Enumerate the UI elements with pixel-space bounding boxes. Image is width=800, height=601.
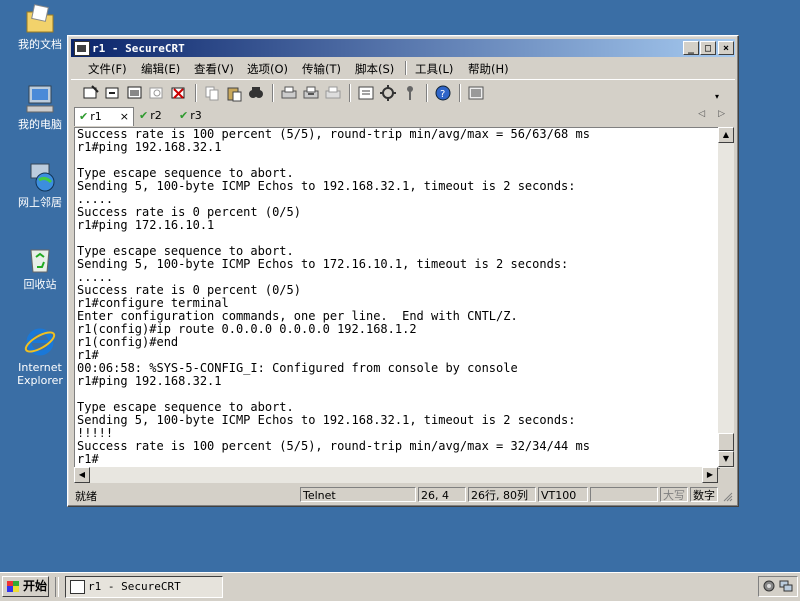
desktop-icon-network[interactable]: 网上邻居 xyxy=(6,160,74,209)
tab-label: r2 xyxy=(150,109,162,122)
start-button[interactable]: 开始 xyxy=(2,576,49,597)
status-caps-lock: 大写 xyxy=(660,487,688,502)
scroll-down-arrow-icon[interactable]: ▼ xyxy=(718,451,734,467)
toolbar: ? ▾ xyxy=(71,79,735,106)
desktop-icon-label: 网上邻居 xyxy=(18,196,62,209)
status-num-lock: 数字 xyxy=(690,487,718,502)
connect-icon[interactable] xyxy=(82,84,100,102)
find-icon[interactable] xyxy=(247,84,265,102)
status-cursor-position: 26, 4 xyxy=(418,487,466,502)
connect-tab-icon[interactable] xyxy=(126,84,144,102)
menu-file[interactable]: 文件(F) xyxy=(88,61,127,77)
toolbar-separator xyxy=(426,84,428,102)
toolbar-separator xyxy=(195,84,197,102)
copy-icon[interactable] xyxy=(203,84,221,102)
securecrt-app-icon xyxy=(74,41,90,56)
status-empty-panel xyxy=(590,487,658,502)
desktop-icon-internet-explorer[interactable]: Internet Explorer xyxy=(6,325,74,387)
toolbar-separator xyxy=(459,84,461,102)
connected-check-icon: ✔ xyxy=(139,109,149,122)
desktop-icon-label: Internet Explorer xyxy=(17,361,63,387)
menu-options[interactable]: 选项(O) xyxy=(247,61,288,77)
close-button[interactable]: × xyxy=(718,41,734,55)
taskbar: 开始 r1 - SecureCRT xyxy=(0,572,800,601)
quick-connect-icon[interactable] xyxy=(104,84,122,102)
securecrt-app-icon xyxy=(70,580,85,594)
toolbar-overflow-icon[interactable]: ▾ xyxy=(715,92,725,102)
internet-explorer-icon xyxy=(23,325,57,359)
window-titlebar[interactable]: r1 - SecureCRT _ □ × xyxy=(71,39,735,57)
tab-r2[interactable]: ✔ r2 xyxy=(139,107,173,125)
menu-help[interactable]: 帮助(H) xyxy=(468,61,509,77)
taskbar-separator xyxy=(55,577,59,597)
taskbar-item-securecrt[interactable]: r1 - SecureCRT xyxy=(65,576,223,598)
horizontal-scrollbar[interactable]: ◀ ▶ xyxy=(74,467,718,483)
desktop-icon-my-documents[interactable]: 我的文档 xyxy=(6,2,74,51)
help-icon[interactable]: ? xyxy=(434,84,452,102)
desktop-icon-label: 回收站 xyxy=(23,278,57,291)
menu-tools[interactable]: 工具(L) xyxy=(415,61,453,77)
tab-scroll-right-icon[interactable]: ▷ xyxy=(718,109,725,119)
recycle-bin-icon xyxy=(23,242,57,276)
desktop-icon-label: 我的电脑 xyxy=(18,118,62,131)
desktop-icon-label: 我的文档 xyxy=(18,38,62,51)
scroll-right-arrow-icon[interactable]: ▶ xyxy=(702,467,718,483)
window-title: r1 - SecureCRT xyxy=(92,42,185,55)
resize-grip-icon[interactable] xyxy=(723,492,733,502)
menu-edit[interactable]: 编辑(E) xyxy=(141,61,180,77)
print-setup-icon[interactable] xyxy=(324,84,342,102)
status-ready: 就绪 xyxy=(75,490,97,503)
taskbar-item-label: r1 - SecureCRT xyxy=(88,580,181,593)
status-emulation: VT100 xyxy=(538,487,588,502)
tab-label: r1 xyxy=(90,110,102,123)
windows-flag-icon xyxy=(7,581,19,592)
reconnect-icon[interactable] xyxy=(148,84,166,102)
menu-transfer[interactable]: 传输(T) xyxy=(302,61,341,77)
connected-check-icon: ✔ xyxy=(179,109,189,122)
print-icon[interactable] xyxy=(280,84,298,102)
session-tab-bar: ✔ r1 × ✔ r2 ✔ r3 ◁ ▷ xyxy=(71,106,735,126)
connected-check-icon: ✔ xyxy=(79,110,89,123)
log-session-icon[interactable] xyxy=(467,84,485,102)
scroll-up-arrow-icon[interactable]: ▲ xyxy=(718,127,734,143)
status-bar: 就绪 Telnet 26, 4 26行, 80列 VT100 大写 数字 xyxy=(71,486,735,504)
tray-network-icon[interactable] xyxy=(779,579,793,596)
folder-icon xyxy=(23,2,57,36)
vertical-scrollbar[interactable]: ▲ ▼ xyxy=(718,127,734,468)
system-tray xyxy=(758,576,798,597)
terminal-output[interactable]: Success rate is 100 percent (5/5), round… xyxy=(74,127,720,469)
status-protocol: Telnet xyxy=(300,487,416,502)
tab-label: r3 xyxy=(190,109,202,122)
paste-icon[interactable] xyxy=(225,84,243,102)
tab-r3[interactable]: ✔ r3 xyxy=(179,107,213,125)
tab-r1[interactable]: ✔ r1 × xyxy=(74,107,134,126)
disconnect-icon[interactable] xyxy=(170,84,188,102)
maximize-button[interactable]: □ xyxy=(700,41,716,55)
desktop-icon-my-computer[interactable]: 我的电脑 xyxy=(6,82,74,131)
menu-script[interactable]: 脚本(S) xyxy=(355,61,394,77)
minimize-button[interactable]: _ xyxy=(683,41,699,55)
keymap-icon[interactable] xyxy=(401,84,419,102)
computer-icon xyxy=(23,82,57,116)
network-globe-icon xyxy=(23,160,57,194)
status-terminal-size: 26行, 80列 xyxy=(468,487,536,502)
global-options-icon[interactable] xyxy=(379,84,397,102)
scroll-thumb[interactable] xyxy=(718,433,734,451)
start-label: 开始 xyxy=(23,579,48,593)
terminal-text: Success rate is 100 percent (5/5), round… xyxy=(77,127,590,466)
securecrt-window: r1 - SecureCRT _ □ × 文件(F) 编辑(E) 查看(V) 选… xyxy=(67,35,739,507)
svg-text:?: ? xyxy=(440,89,445,100)
menu-separator xyxy=(405,61,407,75)
tray-volume-icon[interactable] xyxy=(762,579,776,596)
tab-scroll-left-icon[interactable]: ◁ xyxy=(698,109,705,119)
toolbar-separator xyxy=(349,84,351,102)
desktop-icon-recycle-bin[interactable]: 回收站 xyxy=(6,242,74,291)
menu-bar: 文件(F) 编辑(E) 查看(V) 选项(O) 传输(T) 脚本(S) 工具(L… xyxy=(71,58,735,78)
scroll-left-arrow-icon[interactable]: ◀ xyxy=(74,467,90,483)
toolbar-separator xyxy=(272,84,274,102)
menu-view[interactable]: 查看(V) xyxy=(194,61,234,77)
print-selection-icon[interactable] xyxy=(302,84,320,102)
session-options-icon[interactable] xyxy=(357,84,375,102)
tab-close-icon[interactable]: × xyxy=(120,108,129,126)
